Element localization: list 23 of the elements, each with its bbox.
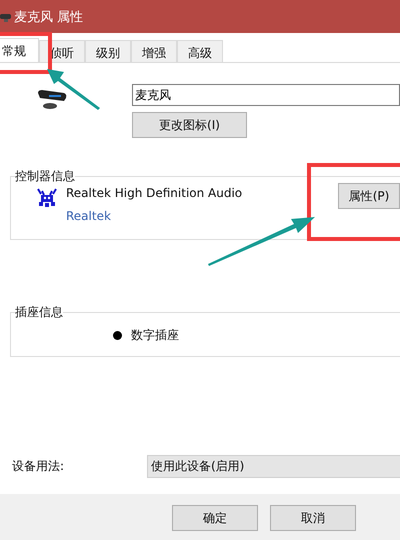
arrow xyxy=(46,68,102,110)
change-icon-button[interactable]: 更改图标(I) xyxy=(132,112,247,138)
group-title: 控制器信息 xyxy=(15,168,75,185)
jack-item: 数字插座 xyxy=(131,327,179,344)
dialog-button[interactable]: 取消 xyxy=(270,505,356,531)
tab[interactable]: 常规 xyxy=(0,38,39,62)
vendor-link[interactable]: Realtek xyxy=(66,209,338,223)
tab[interactable]: 高级 xyxy=(177,40,223,62)
microphone-icon xyxy=(0,12,12,22)
properties-button[interactable]: 属性(P) xyxy=(338,183,400,209)
microphone-icon xyxy=(37,90,67,110)
bullet-icon xyxy=(113,331,122,340)
window-title: 麦克风 属性 xyxy=(14,8,84,26)
tab[interactable]: 增强 xyxy=(131,40,177,62)
name-field[interactable]: 麦克风 xyxy=(132,84,400,106)
group-title: 插座信息 xyxy=(15,304,63,321)
tab[interactable]: 级别 xyxy=(85,40,131,62)
usage-label: 设备用法: xyxy=(12,458,66,475)
usage-dropdown[interactable]: 使用此设备(启用) xyxy=(147,455,400,478)
controller-name: Realtek High Definition Audio xyxy=(66,186,244,200)
crab-icon xyxy=(36,188,58,208)
highlight-frame xyxy=(0,32,52,74)
dialog-button[interactable]: 确定 xyxy=(172,505,258,531)
